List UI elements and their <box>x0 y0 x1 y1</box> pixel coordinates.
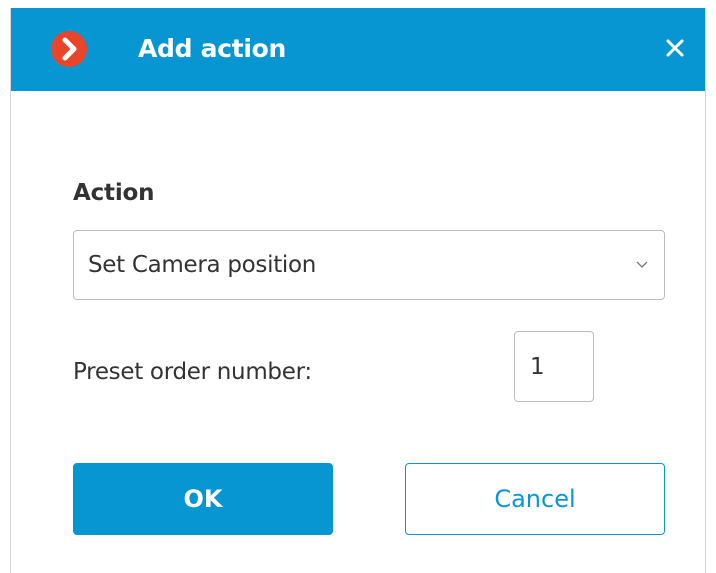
action-dropdown[interactable]: Set Camera position <box>73 230 665 300</box>
add-action-dialog: Add action Action Set Camera position Pr… <box>10 8 706 573</box>
action-selected-value: Set Camera position <box>88 252 317 278</box>
preset-order-input[interactable] <box>514 331 594 402</box>
cancel-button[interactable]: Cancel <box>405 463 665 535</box>
chevron-down-icon <box>636 261 648 269</box>
preset-order-label: Preset order number: <box>73 359 312 385</box>
dialog-title: Add action <box>138 34 287 63</box>
close-icon[interactable] <box>663 36 687 60</box>
action-section-label: Action <box>73 180 155 206</box>
page: Add action Action Set Camera position Pr… <box>0 0 716 573</box>
chevron-right-circle-icon <box>51 31 87 67</box>
dialog-titlebar: Add action <box>11 8 705 91</box>
ok-button[interactable]: OK <box>73 463 333 535</box>
